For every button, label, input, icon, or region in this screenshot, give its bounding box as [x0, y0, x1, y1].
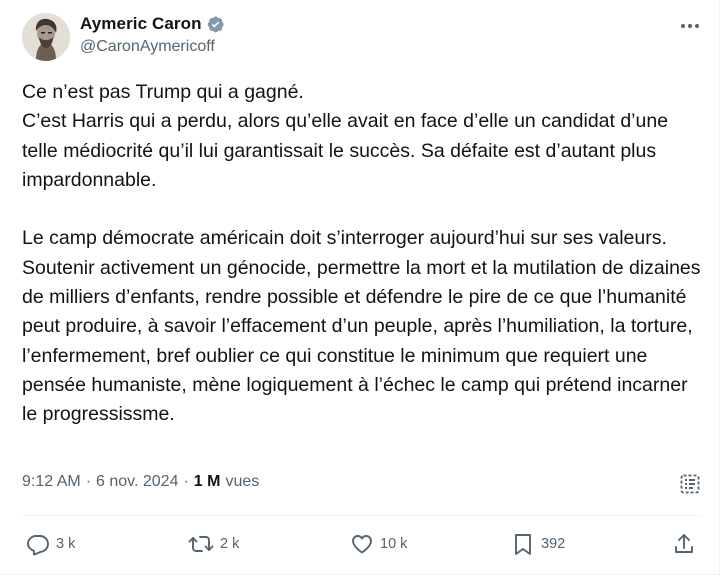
- tweet-card: Aymeric Caron @CaronAymericoff Ce n’est …: [0, 0, 720, 575]
- heart-icon: [352, 535, 372, 554]
- action-bar: 3 k 2 k 10 k 392: [0, 528, 722, 560]
- meta-separator-2: ·: [183, 473, 189, 490]
- more-horizontal-icon: [681, 24, 699, 28]
- views-count: 1 M: [193, 473, 221, 490]
- tweet-meta: 9:12 AM · 6 nov. 2024 · 1 M vues: [22, 470, 259, 494]
- author-display-name[interactable]: Aymeric Caron: [80, 14, 202, 34]
- author-handle[interactable]: @CaronAymericoff: [80, 38, 215, 56]
- bookmark-icon: [515, 534, 531, 555]
- more-options-button[interactable]: [674, 14, 706, 38]
- meta-separator: ·: [85, 473, 92, 490]
- bookmark-button[interactable]: 392: [511, 528, 565, 560]
- avatar[interactable]: [22, 13, 70, 61]
- author-name-row: Aymeric Caron: [80, 13, 225, 35]
- views-label: vues: [225, 473, 260, 490]
- bookmark-count: 392: [541, 536, 566, 552]
- share-button[interactable]: [672, 528, 696, 560]
- share-icon: [675, 534, 693, 553]
- analytics-icon: [680, 474, 700, 494]
- retweet-button[interactable]: 2 k: [188, 528, 239, 560]
- like-count: 10 k: [380, 536, 408, 552]
- divider: [22, 515, 702, 516]
- verified-badge-icon[interactable]: [206, 15, 225, 34]
- reply-icon: [27, 535, 49, 556]
- reply-count: 3 k: [56, 536, 76, 552]
- reply-button[interactable]: 3 k: [26, 528, 75, 560]
- retweet-icon: [188, 536, 214, 552]
- analytics-button[interactable]: [678, 472, 702, 496]
- like-button[interactable]: 10 k: [350, 528, 407, 560]
- retweet-count: 2 k: [220, 536, 240, 552]
- tweet-date[interactable]: 6 nov. 2024: [96, 473, 178, 491]
- tweet-text: Ce n’est pas Trump qui a gagné. C’est Ha…: [22, 81, 701, 426]
- tweet-time[interactable]: 9:12 AM: [22, 473, 81, 491]
